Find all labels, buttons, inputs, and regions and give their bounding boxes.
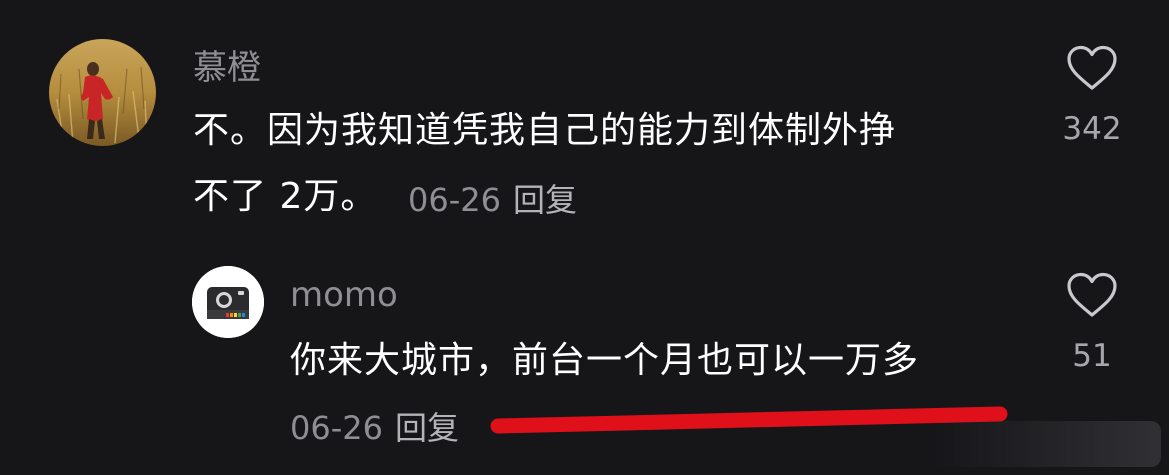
red-underline-annotation [490,406,1008,434]
watermark-overlay [931,421,1161,467]
comment-thread: 慕橙 不。因为我知道凭我自己的能力到体制外挣 不了 2万。 06-26 回复 34… [0,0,1169,475]
